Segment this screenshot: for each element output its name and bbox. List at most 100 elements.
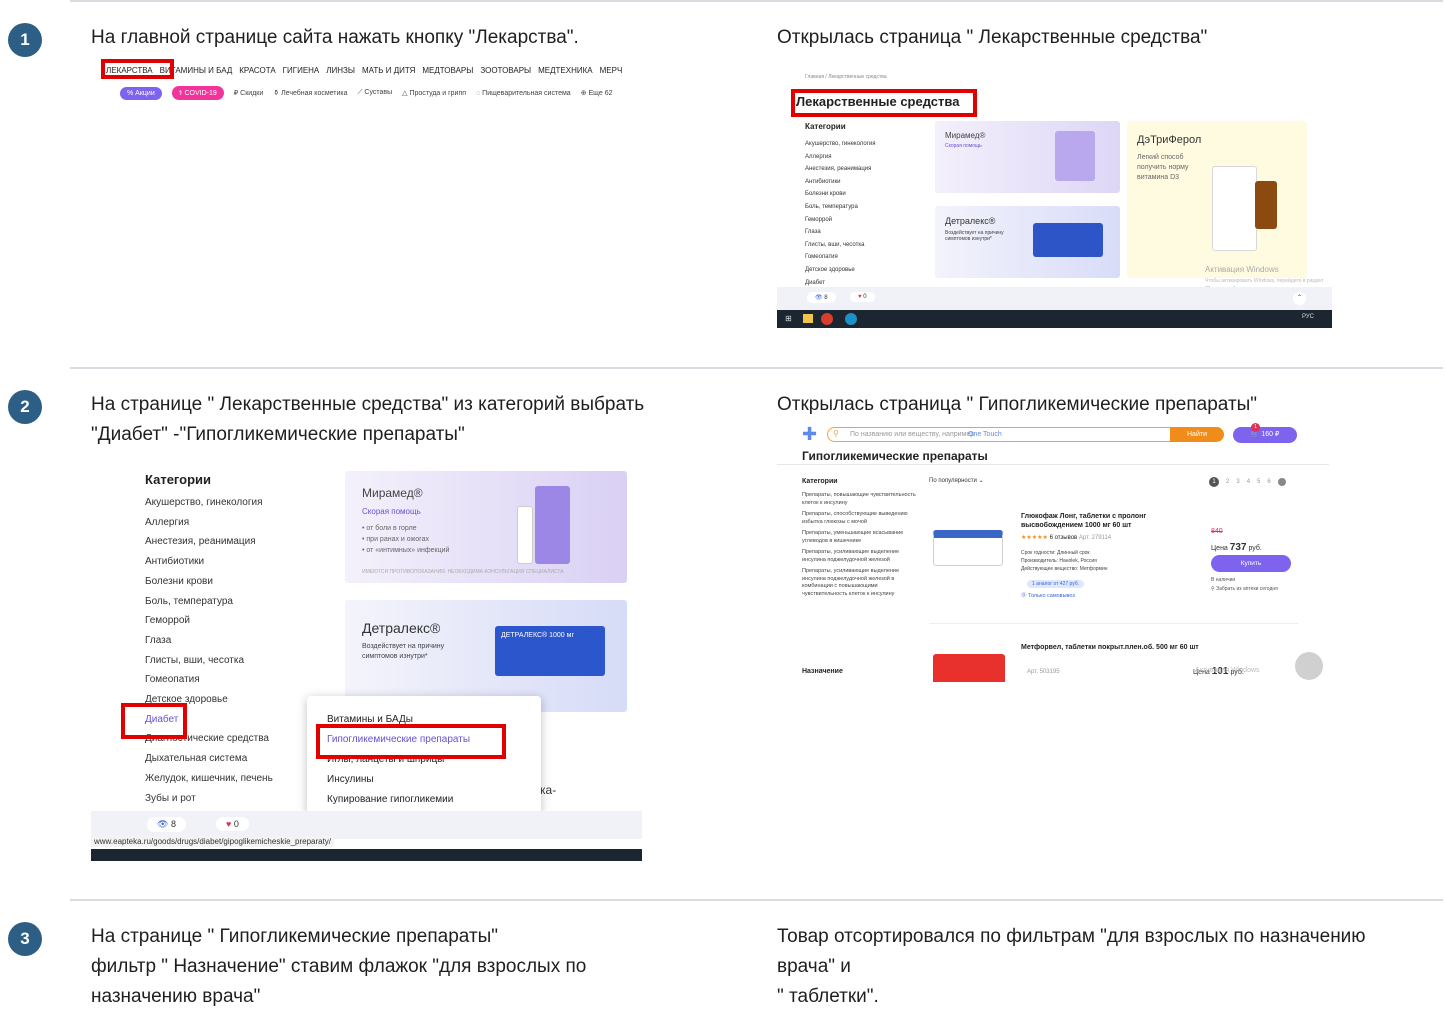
category-item[interactable]: Анестезия, реанимация: [145, 532, 273, 552]
nav-item-hygiene[interactable]: ГИГИЕНА: [283, 66, 320, 75]
step3-instruction-1: На странице " Гипогликемические препарат…: [91, 926, 499, 947]
category-item[interactable]: Антибиотики: [805, 176, 876, 189]
chip-covid[interactable]: ⚕ COVID-19: [171, 86, 224, 100]
product-art: Арт. 503195: [1027, 669, 1060, 675]
sort-dropdown[interactable]: По популярности ⌄: [929, 477, 984, 484]
category-item[interactable]: Аллергия: [145, 513, 273, 533]
category-item[interactable]: Акушерство, гинекология: [145, 493, 273, 513]
detriferol-title: ДэТриФерол: [1137, 134, 1202, 146]
search-input[interactable]: ⚲ По названию или веществу, например One…: [827, 427, 1172, 442]
scroll-up-icon[interactable]: [1295, 652, 1323, 680]
submenu-item-insulin[interactable]: Инсулины: [327, 774, 374, 785]
search-icon: ⚲: [833, 429, 839, 438]
highlight-hypoglycemic: [316, 724, 506, 759]
detralex-banner[interactable]: Детралекс® Воздействует на причину симпт…: [935, 206, 1120, 278]
nav-item-medgoods[interactable]: МЕДТОВАРЫ: [422, 66, 473, 75]
side-text: ка-: [540, 783, 557, 797]
category-item[interactable]: Гомеопатия: [145, 670, 273, 690]
scroll-up-icon[interactable]: ⌃: [1293, 292, 1306, 305]
site-logo-icon[interactable]: ✚: [802, 425, 817, 443]
miramed-banner[interactable]: Мирамед® Скорая помощь • от боли в горле…: [345, 471, 627, 583]
step3-instruction-2: фильтр " Назначение" ставим флажок "для …: [91, 956, 587, 977]
page-5[interactable]: 5: [1257, 479, 1260, 485]
nav-item-mother-child[interactable]: МАТЬ И ДИТЯ: [362, 66, 415, 75]
category-item[interactable]: Анестезия, реанимация: [805, 163, 876, 176]
file-explorer-icon[interactable]: [803, 314, 813, 323]
category-item[interactable]: Антибиотики: [145, 552, 273, 572]
main-nav: ЛЕКАРСТВА ВИТАМИНЫ И БАД КРАСОТА ГИГИЕНА…: [106, 66, 622, 75]
step-badge-3: 3: [8, 922, 42, 956]
nav-item-pets[interactable]: ЗООТОВАРЫ: [480, 66, 531, 75]
category-item[interactable]: Глисты, вши, чесотка: [805, 239, 876, 252]
product-name[interactable]: Глюкофаж Лонг, таблетки с пролонг высвоб…: [1021, 512, 1171, 530]
detralex-sub: Воздействует на причину симптомов изнутр…: [945, 230, 1004, 242]
likes-counter[interactable]: ♥ 0: [216, 817, 249, 831]
step3-result-3: " таблетки".: [777, 986, 879, 1007]
category-item[interactable]: Акушерство, гинекология: [805, 138, 876, 151]
page-3[interactable]: 3: [1236, 479, 1239, 485]
start-icon[interactable]: ⊞: [785, 314, 792, 323]
category-item[interactable]: Болезни крови: [805, 188, 876, 201]
miramed-product-image: [535, 486, 570, 564]
miramed-banner[interactable]: Мирамед® Скорая помощь: [935, 121, 1120, 193]
category-item[interactable]: Болезни крови: [145, 572, 273, 592]
category-item[interactable]: Глисты, вши, чесотка: [145, 651, 273, 671]
category-item[interactable]: Гомеопатия: [805, 251, 876, 264]
analog-chip[interactable]: 1 аналог от 427 руб.: [1027, 580, 1085, 588]
cart-button[interactable]: 🛒 160 ₽: [1233, 427, 1297, 443]
chip-digestive[interactable]: ◌ Пищеварительная система: [476, 90, 571, 97]
likes-counter[interactable]: ♥ 0: [850, 292, 875, 302]
category-item[interactable]: Глаза: [805, 226, 876, 239]
cart-count-badge: 1: [1251, 423, 1260, 432]
category-item[interactable]: Желудок, кишечник, печень: [145, 769, 273, 789]
views-counter[interactable]: 👁 8: [147, 817, 186, 832]
nav-item-medtech[interactable]: МЕДТЕХНИКА: [538, 66, 593, 75]
windows-activation: Активация Windows: [1205, 265, 1279, 274]
miramed-product-image: [1055, 131, 1095, 181]
filter-item[interactable]: Препараты, способствующие выведению избы…: [802, 511, 917, 526]
detriferol-banner[interactable]: ДэТриФерол Легкий способ получить норму ви…: [1127, 121, 1307, 278]
search-button[interactable]: Найти: [1170, 427, 1224, 442]
category-item[interactable]: Боль, температура: [805, 201, 876, 214]
category-item[interactable]: Аллергия: [805, 151, 876, 164]
product-name[interactable]: Метфорвел, таблетки покрыт.плен.об. 500 …: [1021, 643, 1211, 652]
category-item[interactable]: Геморрой: [145, 611, 273, 631]
miramed-title: Мирамед®: [362, 486, 423, 500]
chip-joints[interactable]: ⟋ Суставы: [358, 89, 393, 97]
buy-button[interactable]: Купить: [1211, 555, 1291, 572]
highlight-page-title: [791, 89, 977, 117]
chip-cold[interactable]: △ Простуда и грипп: [402, 89, 466, 97]
tray-language[interactable]: РУС: [1302, 314, 1314, 320]
edge-icon[interactable]: [845, 313, 857, 325]
filter-item[interactable]: Препараты, повышающие чувствительность к…: [802, 492, 917, 507]
categories-heading: Категории: [802, 478, 838, 485]
filter-item[interactable]: Препараты, усиливающие выделение инсулин…: [802, 568, 917, 598]
divider-top: [70, 0, 1443, 2]
page-4[interactable]: 4: [1247, 479, 1250, 485]
chrome-icon[interactable]: [821, 313, 833, 325]
next-page-icon[interactable]: [1277, 478, 1286, 486]
promo-chips: % Акции ⚕ COVID-19 ₽ Скидки ⚱ Лечебная к…: [120, 86, 612, 100]
nav-item-lenses[interactable]: ЛИНЗЫ: [326, 66, 355, 75]
submenu-item-hypoglycemia-relief[interactable]: Купирование гипогликемии: [327, 794, 453, 805]
chip-more[interactable]: ⊕ Еще 62: [581, 89, 613, 97]
nav-item-merch[interactable]: МЕРЧ: [600, 66, 623, 75]
chip-promotions[interactable]: % Акции: [120, 86, 162, 100]
page-2[interactable]: 2: [1226, 479, 1229, 485]
category-item[interactable]: Глаза: [145, 631, 273, 651]
category-item[interactable]: Дыхательная система: [145, 749, 273, 769]
filter-item[interactable]: Препараты, уменьшающие всасывание углево…: [802, 530, 917, 545]
category-item[interactable]: Детское здоровье: [805, 264, 876, 277]
chip-discounts[interactable]: ₽ Скидки: [234, 89, 264, 97]
filter-item[interactable]: Препараты, усиливающие выделение инсулин…: [802, 549, 917, 564]
nav-item-beauty[interactable]: КРАСОТА: [239, 66, 275, 75]
page-1[interactable]: 1: [1209, 477, 1219, 487]
chip-cosmetics[interactable]: ⚱ Лечебная косметика: [273, 89, 347, 97]
category-item[interactable]: Зубы и рот: [145, 789, 273, 809]
miramed-warning: ИМЕЮТСЯ ПРОТИВОПОКАЗАНИЯ. НЕОБХОДИМА КОН…: [362, 569, 564, 575]
category-item[interactable]: Геморрой: [805, 214, 876, 227]
views-counter[interactable]: 👁 8: [807, 292, 836, 303]
product-image-glucophage: [933, 530, 1003, 566]
page-6[interactable]: 6: [1267, 479, 1270, 485]
category-item[interactable]: Боль, температура: [145, 592, 273, 612]
